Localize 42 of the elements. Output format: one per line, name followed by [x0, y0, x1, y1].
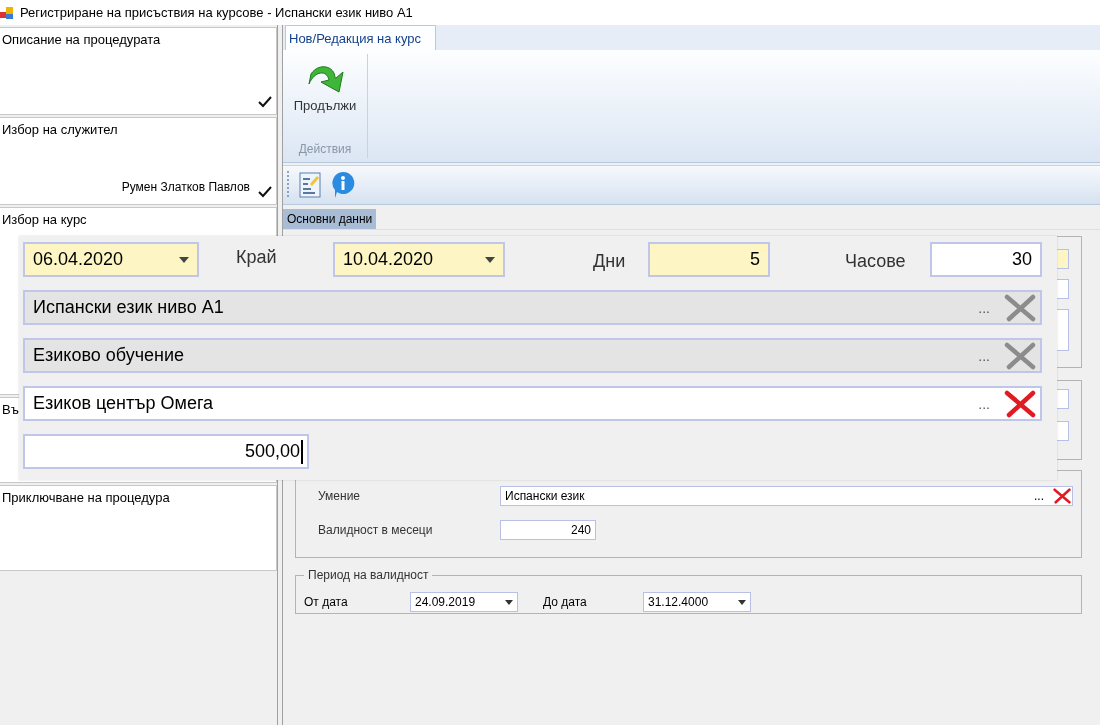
- ribbon-tab[interactable]: Нов/Редакция на курс: [285, 25, 436, 50]
- field-label: От дата: [304, 595, 349, 609]
- hours-field[interactable]: 30: [930, 242, 1042, 277]
- step-title: Избор на курс: [2, 212, 87, 227]
- delete-icon[interactable]: [1052, 488, 1072, 504]
- field-label: Дни: [592, 251, 627, 272]
- step-title: Избор на служител: [2, 122, 118, 137]
- price-field[interactable]: 500,00: [23, 434, 309, 469]
- dropdown-arrow-icon[interactable]: [179, 256, 189, 263]
- validity-field[interactable]: 240: [500, 520, 596, 540]
- step-panel[interactable]: Приключване на процедура: [0, 485, 277, 571]
- app-icon: [0, 5, 14, 20]
- lookup-field[interactable]: Езиков център Омега ...: [23, 386, 1042, 421]
- group-legend: Период на валидност: [304, 568, 433, 582]
- delete-icon[interactable]: [1004, 389, 1036, 418]
- field-label: Валидност в месеци: [317, 523, 434, 537]
- field-label: Умение: [317, 489, 361, 503]
- step-title: Приключване на процедура: [2, 490, 170, 505]
- step-title: Описание на процедурата: [2, 32, 161, 47]
- days-field[interactable]: 5: [648, 242, 770, 277]
- step-title: Въ: [2, 402, 19, 417]
- date-field[interactable]: 31.12.4000: [643, 592, 751, 612]
- continue-button[interactable]: Продължи: [289, 54, 361, 117]
- field-label: Часове: [844, 251, 907, 272]
- text-cursor: [301, 439, 303, 464]
- end-date-field[interactable]: 10.04.2020: [333, 242, 505, 277]
- ribbon-group-label: Действия: [298, 142, 352, 158]
- start-date-field[interactable]: 06.04.2020: [23, 242, 199, 277]
- form-tab[interactable]: Основни данни: [283, 209, 377, 229]
- info-icon[interactable]: [331, 171, 355, 199]
- field-label: Край: [235, 247, 278, 268]
- dropdown-arrow-icon[interactable]: [485, 256, 495, 263]
- dropdown-arrow-icon[interactable]: [738, 599, 746, 605]
- skill-field[interactable]: Испански език ...: [500, 486, 1073, 506]
- step-panel[interactable]: Избор на служител Румен Златков Павлов: [0, 117, 277, 205]
- window-title: Регистриране на присъствия на курсове - Испански език ниво А1: [20, 5, 413, 20]
- field-label: До дата: [543, 595, 588, 609]
- form-edit-icon[interactable]: [299, 172, 321, 198]
- dropdown-arrow-icon[interactable]: [505, 599, 513, 605]
- step-value: Румен Златков Павлов: [121, 180, 250, 194]
- step-panel[interactable]: Описание на процедурата: [0, 27, 277, 115]
- date-field[interactable]: 24.09.2019: [410, 592, 518, 612]
